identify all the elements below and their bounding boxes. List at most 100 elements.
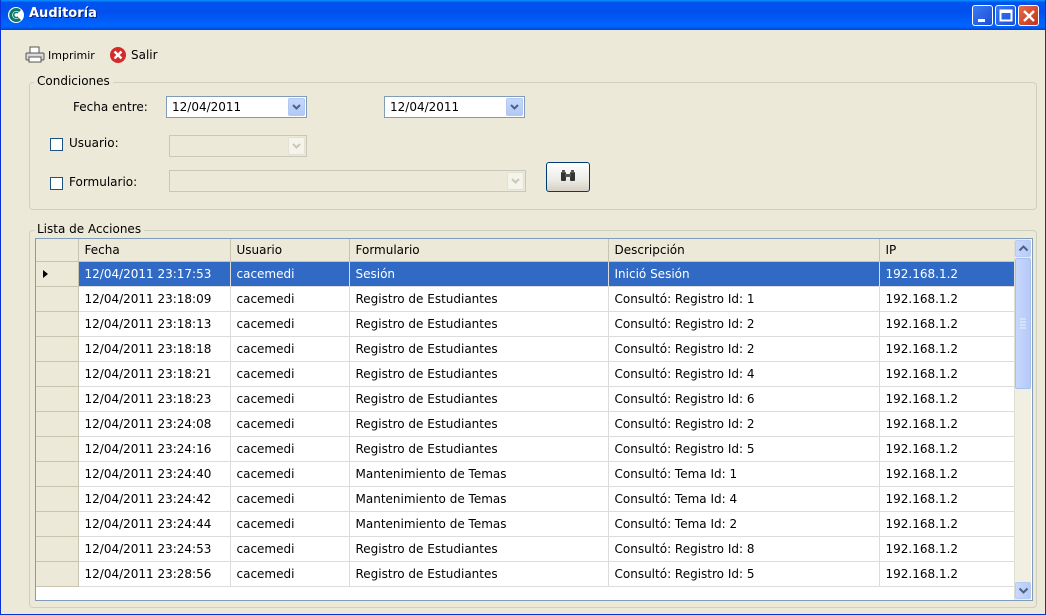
table-row[interactable]: 12/04/2011 23:18:18 cacemedi Registro de E… [36, 336, 1015, 362]
form-filter-checkbox[interactable] [50, 177, 63, 190]
cell-fecha[interactable]: 12/04/2011 23:24:42 [78, 486, 231, 512]
row-header[interactable] [36, 436, 79, 462]
minimize-button[interactable] [972, 5, 993, 26]
table-row[interactable]: 12/04/2011 23:24:53 cacemedi Registro de E… [36, 536, 1015, 562]
table-row[interactable]: 12/04/2011 23:18:13 cacemedi Registro de E… [36, 311, 1015, 337]
cell-descripcion[interactable]: Consultó: Registro Id: 2 [608, 311, 880, 337]
cell-formulario[interactable]: Mantenimiento de Temas [349, 461, 609, 487]
cell-fecha[interactable]: 12/04/2011 23:18:23 [78, 386, 231, 412]
cell-fecha[interactable]: 12/04/2011 23:24:16 [78, 436, 231, 462]
cell-fecha[interactable]: 12/04/2011 23:24:44 [78, 511, 231, 537]
cell-ip[interactable]: 192.168.1.2 [879, 336, 1015, 362]
cell-usuario[interactable]: cacemedi [230, 311, 350, 337]
column-header-fecha[interactable]: Fecha [78, 239, 231, 262]
cell-descripcion[interactable]: Consultó: Registro Id: 5 [608, 561, 880, 587]
user-filter-checkbox[interactable] [50, 138, 63, 151]
cell-formulario[interactable]: Sesión [349, 261, 609, 287]
cell-formulario[interactable]: Mantenimiento de Temas [349, 486, 609, 512]
row-header[interactable] [36, 336, 79, 362]
row-header[interactable] [36, 386, 79, 412]
cell-ip[interactable]: 192.168.1.2 [879, 486, 1015, 512]
cell-formulario[interactable]: Registro de Estudiantes [349, 361, 609, 387]
cell-descripcion[interactable]: Consultó: Tema Id: 2 [608, 511, 880, 537]
row-header[interactable] [36, 361, 79, 387]
user-select[interactable] [169, 135, 307, 157]
cell-descripcion[interactable]: Consultó: Registro Id: 6 [608, 386, 880, 412]
cell-ip[interactable]: 192.168.1.2 [879, 536, 1015, 562]
scroll-down-button[interactable] [1015, 582, 1031, 599]
date-from-dropdown-button[interactable] [288, 98, 305, 116]
cell-formulario[interactable]: Registro de Estudiantes [349, 411, 609, 437]
cell-ip[interactable]: 192.168.1.2 [879, 436, 1015, 462]
cell-descripcion[interactable]: Consultó: Registro Id: 5 [608, 436, 880, 462]
table-row[interactable]: 12/04/2011 23:24:44 cacemedi Mantenimiento… [36, 511, 1015, 537]
row-header[interactable] [36, 311, 79, 337]
cell-descripcion[interactable]: Consultó: Tema Id: 4 [608, 486, 880, 512]
cell-usuario[interactable]: cacemedi [230, 511, 350, 537]
cell-ip[interactable]: 192.168.1.2 [879, 361, 1015, 387]
table-row[interactable]: 12/04/2011 23:24:16 cacemedi Registro de E… [36, 436, 1015, 462]
row-header[interactable] [36, 286, 79, 312]
cell-usuario[interactable]: cacemedi [230, 461, 350, 487]
search-button[interactable] [546, 162, 590, 192]
cell-fecha[interactable]: 12/04/2011 23:18:18 [78, 336, 231, 362]
row-header[interactable] [36, 486, 79, 512]
cell-usuario[interactable]: cacemedi [230, 286, 350, 312]
cell-formulario[interactable]: Registro de Estudiantes [349, 286, 609, 312]
date-to-picker[interactable]: 12/04/2011 [384, 96, 525, 118]
table-row[interactable]: 12/04/2011 23:18:21 cacemedi Registro de E… [36, 361, 1015, 387]
cell-fecha[interactable]: 12/04/2011 23:28:56 [78, 561, 231, 587]
column-header-usuario[interactable]: Usuario [230, 239, 350, 262]
row-header[interactable] [36, 461, 79, 487]
actions-grid[interactable]: Fecha Usuario Formulario Descripción IP … [35, 238, 1033, 601]
cell-formulario[interactable]: Registro de Estudiantes [349, 536, 609, 562]
table-row[interactable]: 12/04/2011 23:17:53 cacemedi Sesión Inició … [36, 261, 1015, 287]
row-header[interactable] [36, 561, 79, 587]
cell-formulario[interactable]: Registro de Estudiantes [349, 436, 609, 462]
cell-formulario[interactable]: Mantenimiento de Temas [349, 511, 609, 537]
date-from-picker[interactable]: 12/04/2011 [166, 96, 307, 118]
table-row[interactable]: 12/04/2011 23:28:56 cacemedi Registro de E… [36, 561, 1015, 587]
row-header[interactable] [36, 536, 79, 562]
date-to-dropdown-button[interactable] [506, 98, 523, 116]
vertical-scrollbar[interactable] [1014, 239, 1031, 600]
cell-descripcion[interactable]: Inició Sesión [608, 261, 880, 287]
column-header-formulario[interactable]: Formulario [349, 239, 609, 262]
cell-fecha[interactable]: 12/04/2011 23:17:53 [78, 261, 231, 287]
form-dropdown-button[interactable] [507, 172, 524, 190]
cell-usuario[interactable]: cacemedi [230, 436, 350, 462]
cell-usuario[interactable]: cacemedi [230, 561, 350, 587]
row-header[interactable] [36, 511, 79, 537]
cell-usuario[interactable]: cacemedi [230, 386, 350, 412]
maximize-button[interactable] [995, 5, 1016, 26]
cell-fecha[interactable]: 12/04/2011 23:18:21 [78, 361, 231, 387]
cell-descripcion[interactable]: Consultó: Registro Id: 2 [608, 411, 880, 437]
cell-ip[interactable]: 192.168.1.2 [879, 261, 1015, 287]
cell-ip[interactable]: 192.168.1.2 [879, 511, 1015, 537]
cell-fecha[interactable]: 12/04/2011 23:18:09 [78, 286, 231, 312]
print-button[interactable]: Imprimir [25, 44, 95, 66]
row-header[interactable] [36, 261, 79, 287]
cell-descripcion[interactable]: Consultó: Registro Id: 8 [608, 536, 880, 562]
cell-formulario[interactable]: Registro de Estudiantes [349, 386, 609, 412]
scroll-thumb[interactable] [1015, 258, 1031, 389]
cell-ip[interactable]: 192.168.1.2 [879, 561, 1015, 587]
cell-fecha[interactable]: 12/04/2011 23:24:53 [78, 536, 231, 562]
cell-usuario[interactable]: cacemedi [230, 411, 350, 437]
table-row[interactable]: 12/04/2011 23:18:23 cacemedi Registro de E… [36, 386, 1015, 412]
cell-ip[interactable]: 192.168.1.2 [879, 461, 1015, 487]
title-bar[interactable]: Auditoría [1, 0, 1045, 30]
table-row[interactable]: 12/04/2011 23:24:40 cacemedi Mantenimiento… [36, 461, 1015, 487]
cell-ip[interactable]: 192.168.1.2 [879, 286, 1015, 312]
cell-ip[interactable]: 192.168.1.2 [879, 386, 1015, 412]
scroll-up-button[interactable] [1015, 240, 1031, 257]
cell-usuario[interactable]: cacemedi [230, 261, 350, 287]
cell-usuario[interactable]: cacemedi [230, 336, 350, 362]
user-dropdown-button[interactable] [288, 137, 305, 155]
cell-descripcion[interactable]: Consultó: Registro Id: 1 [608, 286, 880, 312]
cell-formulario[interactable]: Registro de Estudiantes [349, 336, 609, 362]
cell-fecha[interactable]: 12/04/2011 23:18:13 [78, 311, 231, 337]
column-header-ip[interactable]: IP [879, 239, 1015, 262]
cell-formulario[interactable]: Registro de Estudiantes [349, 311, 609, 337]
column-header-descripcion[interactable]: Descripción [608, 239, 880, 262]
